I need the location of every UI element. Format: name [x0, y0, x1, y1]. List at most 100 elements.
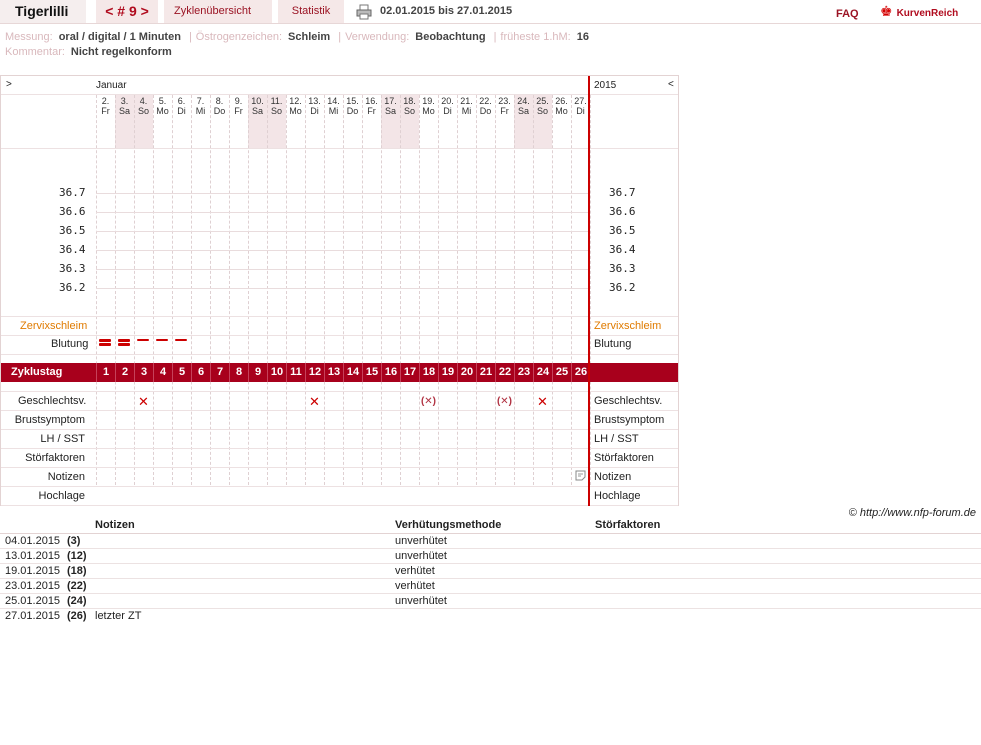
row-divider	[1, 505, 678, 506]
day-gridline	[362, 95, 363, 485]
day-label: 17. Sa	[384, 96, 397, 116]
fruehe-label: früheste 1.hM:	[500, 31, 571, 43]
nav-next-button[interactable]: <	[668, 79, 674, 90]
nav-prev-button[interactable]: >	[6, 79, 12, 90]
row-cycle-day: (22)	[67, 580, 87, 592]
tab-statistics[interactable]: Statistik	[278, 0, 344, 23]
notes-rows: 04.01.2015 (3) unverhütet 13.01.2015 (12) unv…	[0, 534, 981, 624]
day-label: 22. Do	[479, 96, 492, 116]
temp-label-right: 36.3	[609, 262, 636, 275]
day-label: 20. Di	[441, 96, 454, 116]
row-method: unverhütet	[395, 535, 447, 547]
cycle-day-number[interactable]: 19	[438, 363, 457, 382]
day-gridline	[267, 95, 268, 485]
cycle-day-number[interactable]: 12	[305, 363, 324, 382]
intercourse-mark[interactable]: ✕	[305, 395, 324, 408]
day-gridline	[115, 95, 116, 485]
notes-table: Notizen Verhütungsmethode Störfaktoren 0…	[0, 519, 981, 624]
cycle-day-number[interactable]: 10	[267, 363, 286, 382]
row-label-right: Störfaktoren	[594, 452, 654, 464]
temp-label-right: 36.5	[609, 224, 636, 237]
note-icon[interactable]	[575, 470, 586, 484]
messung-value: oral / digital / 1 Minuten	[58, 31, 181, 43]
cycle-day-number[interactable]: 16	[381, 363, 400, 382]
day-label: 7. Mi	[195, 96, 206, 116]
notes-table-header: Notizen Verhütungsmethode Störfaktoren	[0, 519, 981, 534]
intercourse-mark[interactable]: ✕	[134, 395, 153, 408]
cycle-day-number[interactable]: 7	[210, 363, 229, 382]
row-date: 04.01.2015	[5, 535, 61, 547]
day-gridline	[248, 95, 249, 485]
row-label-right: Brustsymptom	[594, 414, 665, 426]
cycle-day-number[interactable]: 18	[419, 363, 438, 382]
cycle-day-number[interactable]: 9	[248, 363, 267, 382]
temp-label-left: 36.6	[59, 205, 86, 218]
cycle-day-number[interactable]: 23	[514, 363, 533, 382]
cycle-day-number[interactable]: 17	[400, 363, 419, 382]
cycle-day-number[interactable]: 24	[533, 363, 552, 382]
row-method: unverhütet	[395, 550, 447, 562]
year-label: 2015	[594, 80, 617, 91]
cycle-day-number[interactable]: 11	[286, 363, 305, 382]
day-label: 26. Mo	[555, 96, 568, 116]
cycle-day-number[interactable]: 3	[134, 363, 153, 382]
brand-logo[interactable]: ♚ KurvenReich	[880, 0, 980, 23]
row-divider	[1, 335, 678, 336]
printer-icon[interactable]	[356, 0, 374, 23]
temp-label-left: 36.5	[59, 224, 86, 237]
row-date: 13.01.2015	[5, 550, 61, 562]
row-label-left: Störfaktoren	[25, 452, 85, 464]
row-divider	[1, 486, 678, 487]
cycle-navigator[interactable]: < # 9 >	[96, 0, 158, 23]
cycle-day-number[interactable]: 5	[172, 363, 191, 382]
cycle-meta: Messung: oral / digital / 1 Minuten | Östro…	[5, 31, 589, 58]
table-row: 13.01.2015 (12) unverhütet	[0, 549, 981, 564]
temp-gridline	[96, 193, 588, 194]
cycle-day-number[interactable]: 13	[324, 363, 343, 382]
temp-gridline	[96, 212, 588, 213]
month-label: Januar	[96, 80, 127, 91]
cycle-day-number[interactable]: 21	[476, 363, 495, 382]
day-gridline	[514, 95, 515, 485]
cycle-day-number[interactable]: 20	[457, 363, 476, 382]
kommentar-label: Kommentar:	[5, 46, 65, 58]
cycle-day-number[interactable]: 25	[552, 363, 571, 382]
faq-link[interactable]: FAQ	[836, 3, 859, 26]
table-row: 04.01.2015 (3) unverhütet	[0, 534, 981, 549]
row-date: 25.01.2015	[5, 595, 61, 607]
copyright: © http://www.nfp-forum.de	[848, 507, 976, 519]
row-label-left: LH / SST	[40, 433, 85, 445]
cycle-day-number[interactable]: 14	[343, 363, 362, 382]
row-label-left: Brustsymptom	[14, 414, 85, 426]
cycle-day-number[interactable]: 15	[362, 363, 381, 382]
cycle-day-number[interactable]: 6	[191, 363, 210, 382]
day-gridline	[210, 95, 211, 485]
temp-label-left: 36.7	[59, 186, 86, 199]
bleeding-mark-strong	[99, 339, 111, 342]
row-method: verhütet	[395, 580, 435, 592]
day-gridline	[438, 95, 439, 485]
day-label: 3. Sa	[118, 96, 130, 116]
intercourse-protected-mark[interactable]: (✕)	[419, 395, 438, 408]
day-gridline	[476, 95, 477, 485]
cycle-day-number[interactable]: 1	[96, 363, 115, 382]
brand-name: KurvenReich	[896, 8, 959, 19]
cycle-day-number[interactable]: 2	[115, 363, 134, 382]
day-gridline	[134, 95, 135, 485]
cycle-day-number[interactable]: 22	[495, 363, 514, 382]
cycle-day-number[interactable]: 4	[153, 363, 172, 382]
row-cycle-day: (18)	[67, 565, 87, 577]
bleeding-mark-light	[156, 339, 168, 341]
temp-label-right: 36.6	[609, 205, 636, 218]
tab-cycle-overview[interactable]: Zyklenübersicht	[164, 0, 272, 23]
row-divider	[1, 410, 678, 411]
user-name: Tigerlilli	[0, 0, 86, 23]
day-gridline	[172, 95, 173, 485]
intercourse-mark[interactable]: ✕	[533, 395, 552, 408]
oestrogen-value: Schleim	[288, 31, 331, 43]
temp-label-right: 36.2	[609, 281, 636, 294]
cycle-day-number[interactable]: 8	[229, 363, 248, 382]
day-gridline	[191, 95, 192, 485]
day-label: 19. Mo	[422, 96, 435, 116]
intercourse-protected-mark[interactable]: (✕)	[495, 395, 514, 408]
